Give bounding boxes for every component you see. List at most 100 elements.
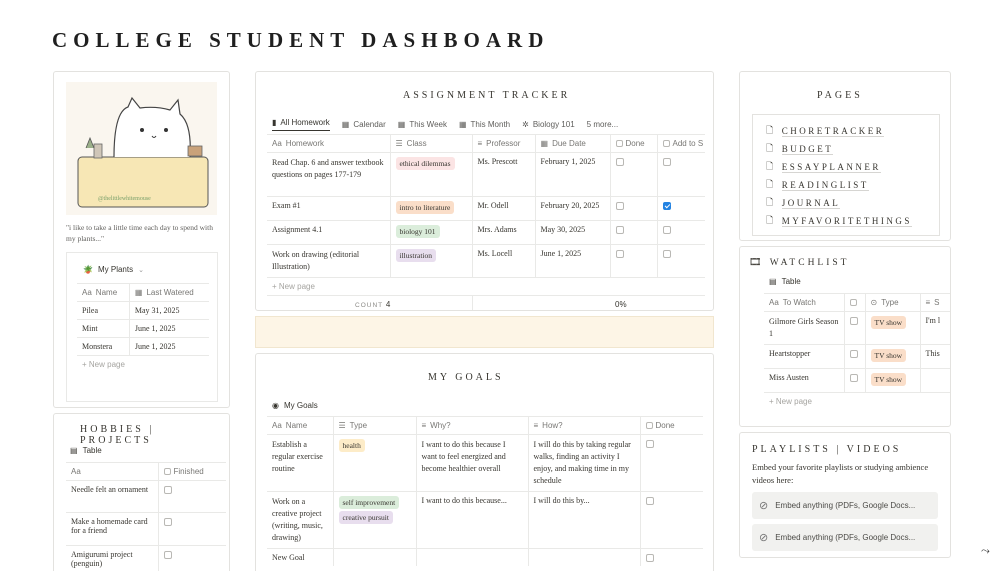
- cell-to-watch[interactable]: Miss Austen: [764, 368, 845, 393]
- table-row[interactable]: Make a homemade card for a friend: [66, 512, 226, 546]
- cell-professor[interactable]: Ms. Prescott: [472, 152, 536, 197]
- chevron-down-icon[interactable]: ⌄: [138, 266, 144, 274]
- cell-to-watch[interactable]: Gilmore Girls Season 1: [764, 311, 845, 345]
- page-link-readinglist[interactable]: 🗋 READINGLIST: [766, 176, 939, 194]
- hobbies-view-tab[interactable]: ▤ Table: [70, 446, 102, 455]
- plants-db-title[interactable]: 🪴 My Plants ⌄: [83, 265, 144, 274]
- cell-notes[interactable]: This: [920, 344, 950, 369]
- cell-professor[interactable]: Ms. Locell: [472, 244, 536, 278]
- table-row[interactable]: New Goal: [267, 548, 703, 567]
- done-checkbox[interactable]: [645, 497, 654, 506]
- cell-due-date[interactable]: February 1, 2025: [535, 152, 611, 197]
- tab-biology-101[interactable]: ✲ Biology 101: [522, 118, 575, 131]
- table-row[interactable]: Assignment 4.1 biology 101 Mrs. Adams Ma…: [267, 220, 705, 245]
- cell-date[interactable]: June 1, 2025: [129, 319, 209, 338]
- page-link-budget[interactable]: 🗋 BUDGET: [766, 140, 939, 158]
- type-tag[interactable]: TV show: [870, 349, 907, 362]
- page-link-choretracker[interactable]: 🗋 CHORETRACKER: [766, 122, 939, 140]
- cell-how[interactable]: I will do this by...: [528, 491, 641, 549]
- class-tag[interactable]: intro to literature: [395, 201, 455, 214]
- page-link-essayplanner[interactable]: 🗋 ESSAYPLANNER: [766, 158, 939, 176]
- cell-why[interactable]: I want to do this because...: [416, 491, 529, 549]
- tab-calendar[interactable]: ▦ Calendar: [342, 118, 386, 131]
- done-checkbox[interactable]: [615, 202, 624, 211]
- cell-name[interactable]: New Goal: [267, 548, 334, 567]
- new-page-row[interactable]: + New page: [267, 277, 705, 296]
- done-checkbox[interactable]: [615, 250, 624, 259]
- type-tag[interactable]: TV show: [870, 316, 907, 329]
- table-row[interactable]: Exam #1 intro to literature Mr. Odell Fe…: [267, 196, 705, 221]
- cell-name[interactable]: Work on a creative project (writing, mus…: [267, 491, 334, 549]
- cell-homework[interactable]: Exam #1: [267, 196, 391, 221]
- embed-block[interactable]: ⊘ Embed anything (PDFs, Google Docs...: [752, 492, 938, 519]
- tab-this-week[interactable]: ▦ This Week: [398, 118, 447, 131]
- cell-name[interactable]: Pilea: [77, 301, 130, 320]
- table-row[interactable]: Amigurumi project (penguin): [66, 545, 226, 571]
- cell-name[interactable]: Amigurumi project (penguin): [66, 545, 159, 571]
- watchlist-view-tab[interactable]: ▤ Table: [769, 277, 801, 286]
- cell-name[interactable]: Make a homemade card for a friend: [66, 512, 159, 546]
- table-row[interactable]: Work on drawing (editorial Illustration)…: [267, 244, 705, 278]
- cell-notes[interactable]: I'm l: [920, 311, 950, 345]
- class-tag[interactable]: illustration: [395, 249, 436, 262]
- class-tag[interactable]: ethical dilemmas: [395, 157, 455, 170]
- new-page-row[interactable]: + New page: [764, 392, 950, 410]
- page-link-journal[interactable]: 🗋 JOURNAL: [766, 194, 939, 212]
- tab-this-month[interactable]: ▦ This Month: [459, 118, 510, 131]
- table-row[interactable]: Gilmore Girls Season 1 TV show I'm l: [764, 311, 950, 345]
- page-link-myfavoritethings[interactable]: 🗋 MYFAVORITETHINGS: [766, 212, 939, 230]
- add-checkbox[interactable]: [662, 158, 671, 167]
- finished-checkbox[interactable]: [163, 551, 172, 560]
- type-tag[interactable]: self improvement: [338, 496, 400, 509]
- watched-checkbox[interactable]: [849, 317, 858, 326]
- new-page-row[interactable]: + New page: [77, 355, 209, 373]
- cell-homework[interactable]: Read Chap. 6 and answer textbook questio…: [267, 152, 391, 197]
- cell-date[interactable]: June 1, 2025: [129, 337, 209, 356]
- cell-name[interactable]: Mint: [77, 319, 130, 338]
- table-row[interactable]: Work on a creative project (writing, mus…: [267, 491, 703, 549]
- table-row[interactable]: Miss Austen TV show: [764, 368, 950, 393]
- goals-db-title[interactable]: ◉ My Goals: [272, 401, 318, 410]
- cell-due-date[interactable]: May 30, 2025: [535, 220, 611, 245]
- table-row[interactable]: Monstera June 1, 2025: [77, 337, 209, 356]
- table-row[interactable]: Establish a regular exercise routine hea…: [267, 434, 703, 492]
- type-tag[interactable]: TV show: [870, 373, 907, 386]
- done-checkbox[interactable]: [645, 440, 654, 449]
- type-tag[interactable]: creative pursuit: [338, 511, 393, 524]
- cell-due-date[interactable]: June 1, 2025: [535, 244, 611, 278]
- table-row[interactable]: Read Chap. 6 and answer textbook questio…: [267, 152, 705, 197]
- cell-to-watch[interactable]: Heartstopper: [764, 344, 845, 369]
- cell-due-date[interactable]: February 20, 2025: [535, 196, 611, 221]
- type-tag[interactable]: health: [338, 439, 365, 452]
- col-name: Aa Name: [267, 416, 334, 435]
- finished-checkbox[interactable]: [163, 518, 172, 527]
- cell-date[interactable]: May 31, 2025: [129, 301, 209, 320]
- cell-how[interactable]: I will do this by taking regular walks, …: [528, 434, 641, 492]
- cell-name[interactable]: Monstera: [77, 337, 130, 356]
- table-row[interactable]: Mint June 1, 2025: [77, 319, 209, 338]
- cell-professor[interactable]: Mrs. Adams: [472, 220, 536, 245]
- cell-professor[interactable]: Mr. Odell: [472, 196, 536, 221]
- class-tag[interactable]: biology 101: [395, 225, 440, 238]
- add-checkbox[interactable]: [662, 202, 671, 211]
- cell-notes[interactable]: [920, 368, 950, 393]
- cell-homework[interactable]: Work on drawing (editorial Illustration): [267, 244, 391, 278]
- watched-checkbox[interactable]: [849, 350, 858, 359]
- watched-checkbox[interactable]: [849, 374, 858, 383]
- add-checkbox[interactable]: [662, 226, 671, 235]
- table-row[interactable]: Needle felt an ornament: [66, 480, 226, 513]
- table-row[interactable]: Heartstopper TV show This: [764, 344, 950, 369]
- add-checkbox[interactable]: [662, 250, 671, 259]
- done-checkbox[interactable]: [615, 226, 624, 235]
- cell-name[interactable]: Establish a regular exercise routine: [267, 434, 334, 492]
- embed-block[interactable]: ⊘ Embed anything (PDFs, Google Docs...: [752, 524, 938, 551]
- table-row[interactable]: Pilea May 31, 2025: [77, 301, 209, 320]
- tab-all-homework[interactable]: ▮ All Homework: [272, 118, 330, 131]
- done-checkbox[interactable]: [615, 158, 624, 167]
- cell-why[interactable]: I want to do this because I want to feel…: [416, 434, 529, 492]
- cell-homework[interactable]: Assignment 4.1: [267, 220, 391, 245]
- finished-checkbox[interactable]: [163, 486, 172, 495]
- tab-more[interactable]: 5 more...: [587, 118, 619, 131]
- cell-name[interactable]: Needle felt an ornament: [66, 480, 159, 513]
- done-checkbox[interactable]: [645, 554, 654, 563]
